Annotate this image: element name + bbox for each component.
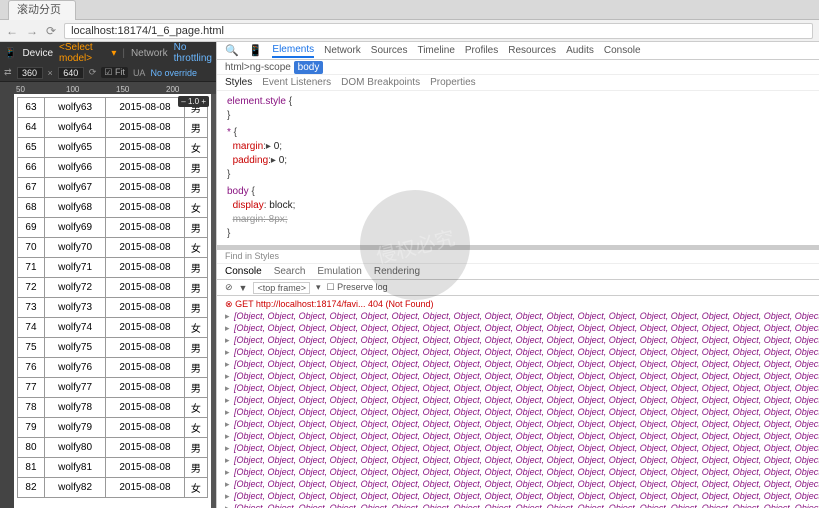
fit-toggle[interactable]: ☑ Fit <box>101 67 128 78</box>
width-input[interactable] <box>17 67 43 79</box>
table-row: 71wolfy712015-08-08男 <box>18 258 208 278</box>
dom-breadcrumb[interactable]: html>ng-scope body <box>217 60 819 75</box>
url-input[interactable]: localhost:18174/1_6_page.html <box>64 23 813 39</box>
table-row: 75wolfy752015-08-08男 <box>18 338 208 358</box>
drawer-tab-console[interactable]: Console <box>225 266 262 277</box>
device-sub-toolbar: ⇄ × ⟳ ☑ Fit UA No override <box>0 64 216 82</box>
table-row: 78wolfy782015-08-08女 <box>18 398 208 418</box>
devtools-tab-network[interactable]: Network <box>324 45 361 56</box>
ruler-vertical <box>0 94 14 508</box>
phone-icon[interactable]: 📱 <box>4 48 16 59</box>
style-tab-styles[interactable]: Styles <box>225 75 252 90</box>
table-row: 74wolfy742015-08-08女 <box>18 318 208 338</box>
table-row: 66wolfy662015-08-08男 <box>18 158 208 178</box>
inspect-icon[interactable]: 🔍 <box>225 44 239 57</box>
devtools-tab-profiles[interactable]: Profiles <box>465 45 498 56</box>
device-toggle-icon[interactable]: 📱 <box>249 44 263 57</box>
dpr-icon[interactable]: ⟳ <box>89 67 97 78</box>
table-row: 67wolfy672015-08-08男 <box>18 178 208 198</box>
styles-tabs: Styles Event Listeners DOM Breakpoints Prop… <box>217 75 819 91</box>
table-row: 80wolfy802015-08-08男 <box>18 438 208 458</box>
table-row: 70wolfy702015-08-08女 <box>18 238 208 258</box>
ua-label: UA <box>133 68 146 78</box>
style-tab-event-listeners[interactable]: Event Listeners <box>262 75 331 90</box>
console-toolbar: ⊘ ▼ <top frame> ▾ ☐ Preserve log <box>217 280 819 296</box>
back-icon[interactable]: ← <box>6 24 18 38</box>
url-text: localhost:18174/1_6_page.html <box>71 25 224 37</box>
nav-buttons: ← → ⟳ <box>6 24 56 38</box>
filter-icon[interactable]: ▼ <box>239 283 248 293</box>
drawer-tab-rendering[interactable]: Rendering <box>374 266 420 277</box>
device-emulator-pane: 📱 Device <Select model> ▾ | Network No t… <box>0 42 216 508</box>
devtools-tab-audits[interactable]: Audits <box>566 45 594 56</box>
device-model-select[interactable]: <Select model> <box>59 42 105 64</box>
devtools-tab-console[interactable]: Console <box>604 45 641 56</box>
table-row: 77wolfy772015-08-08男 <box>18 378 208 398</box>
table-row: 79wolfy792015-08-08女 <box>18 418 208 438</box>
table-row: 65wolfy652015-08-08女 <box>18 138 208 158</box>
frame-select[interactable]: <top frame> <box>253 282 310 294</box>
devtools-tabs: 🔍 📱 Elements Network Sources Timeline Pr… <box>217 42 819 60</box>
tab-title: 滚动分页 <box>17 4 61 16</box>
table-row: 68wolfy682015-08-08女 <box>18 198 208 218</box>
height-input[interactable] <box>58 67 84 79</box>
devtools-tab-resources[interactable]: Resources <box>508 45 556 56</box>
clear-console-icon[interactable]: ⊘ <box>225 282 233 293</box>
drawer-tab-emulation[interactable]: Emulation <box>317 266 361 277</box>
style-tab-dom-breakpoints[interactable]: DOM Breakpoints <box>341 75 420 90</box>
dropdown-icon[interactable]: ▾ <box>111 48 116 59</box>
table-row: 76wolfy762015-08-08男 <box>18 358 208 378</box>
zoom-indicator[interactable]: – 1.0 + <box>178 96 209 107</box>
table-row: 72wolfy722015-08-08男 <box>18 278 208 298</box>
table-row: 82wolfy822015-08-08女 <box>18 478 208 498</box>
styles-panel[interactable]: element.style { } * { margin:▸ 0; paddin… <box>217 91 819 246</box>
browser-tabbar: 滚动分页 <box>0 0 819 20</box>
throttling-select[interactable]: No throttling <box>174 42 212 64</box>
devtools-tab-timeline[interactable]: Timeline <box>417 45 454 56</box>
drawer-tab-search[interactable]: Search <box>274 266 306 277</box>
browser-tab[interactable]: 滚动分页 <box>8 0 76 20</box>
table-row: 73wolfy732015-08-08男 <box>18 298 208 318</box>
style-tab-properties[interactable]: Properties <box>430 75 476 90</box>
devtools-tab-sources[interactable]: Sources <box>371 45 408 56</box>
console-output[interactable]: ⊗ GET http://localhost:18174/favi... 404… <box>217 296 819 508</box>
data-table: 63wolfy632015-08-08男64wolfy642015-08-08男… <box>17 97 208 498</box>
forward-icon[interactable]: → <box>26 24 38 38</box>
find-in-styles[interactable]: Find in Styles <box>217 250 819 264</box>
devtools-pane: 🔍 📱 Elements Network Sources Timeline Pr… <box>216 42 819 508</box>
drawer-tabs: Console Search Emulation Rendering <box>217 264 819 280</box>
table-row: 64wolfy642015-08-08男 <box>18 118 208 138</box>
device-toolbar: 📱 Device <Select model> ▾ | Network No t… <box>0 42 216 64</box>
device-viewport[interactable]: – 1.0 + 63wolfy632015-08-08男64wolfy64201… <box>14 94 211 508</box>
devtools-tab-elements[interactable]: Elements <box>272 44 314 58</box>
ua-select[interactable]: No override <box>150 68 197 78</box>
ruler-horizontal: 50100150200 <box>0 82 216 94</box>
table-row: 69wolfy692015-08-08男 <box>18 218 208 238</box>
reload-icon[interactable]: ⟳ <box>46 24 56 38</box>
preserve-log-toggle[interactable]: ☐ Preserve log <box>327 282 388 293</box>
swap-icon[interactable]: ⇄ <box>4 67 12 78</box>
network-label: Network <box>131 48 168 59</box>
device-label: Device <box>22 48 53 59</box>
table-row: 81wolfy812015-08-08男 <box>18 458 208 478</box>
address-bar: ← → ⟳ localhost:18174/1_6_page.html <box>0 20 819 42</box>
